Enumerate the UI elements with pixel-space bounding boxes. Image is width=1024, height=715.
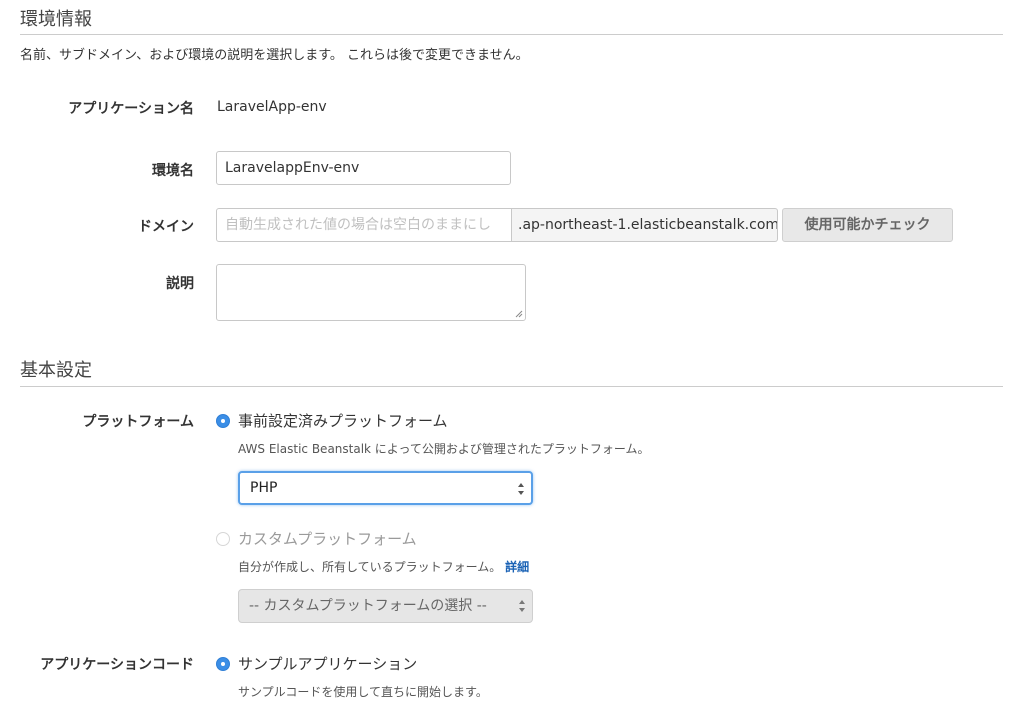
resize-grip-icon[interactable] [515,310,523,318]
sample-application-label[interactable]: サンプルアプリケーション [238,653,417,674]
custom-platform-hint: 自分が作成し、所有しているプラットフォーム。 詳細 [238,558,529,575]
platform-label: プラットフォーム [82,414,194,430]
create-environment-form: 環境情報 名前、サブドメイン、および環境の説明を選択します。 これらは後で変更で… [0,0,1024,715]
details-link[interactable]: 詳細 [505,560,529,574]
preconfigured-platform-label[interactable]: 事前設定済みプラットフォーム [238,410,448,431]
description-label: 説明 [166,276,194,292]
application-code-label: アプリケーションコード [40,657,194,673]
env-info-description: 名前、サブドメイン、および環境の説明を選択します。 これらは後で変更できません。 [20,48,529,63]
env-name-label: 環境名 [152,163,194,179]
platform-select-value: PHP [250,480,278,496]
app-name-label: アプリケーション名 [68,101,194,117]
sample-application-radio[interactable] [216,657,230,671]
custom-platform-hint-text: 自分が作成し、所有しているプラットフォーム。 [238,560,502,574]
sample-application-hint: サンプルコードを使用して直ちに開始します。 [238,685,488,699]
custom-platform-select[interactable]: -- カスタムプラットフォームの選択 -- [238,589,533,623]
env-info-heading: 環境情報 [20,9,92,30]
custom-platform-select-value: -- カスタムプラットフォームの選択 -- [249,598,487,614]
env-info-divider [20,34,1003,35]
select-updown-icon [518,483,524,495]
description-textarea[interactable] [216,264,526,321]
domain-input[interactable]: 自動生成された値の場合は空白のままにし [216,208,512,242]
preconfigured-platform-radio[interactable] [216,414,230,428]
platform-select[interactable]: PHP [238,471,533,505]
check-availability-button[interactable]: 使用可能かチェック [782,208,953,242]
basic-settings-divider [20,386,1003,387]
env-name-input[interactable]: LaravelappEnv-env [216,151,511,185]
custom-platform-label[interactable]: カスタムプラットフォーム [238,528,417,549]
select-updown-icon [519,600,525,612]
custom-platform-radio[interactable] [216,532,230,546]
preconfigured-platform-hint: AWS Elastic Beanstalk によって公開および管理されたプラット… [238,442,650,456]
basic-settings-heading: 基本設定 [20,360,92,381]
domain-suffix: .ap-northeast-1.elasticbeanstalk.com [512,208,778,242]
app-name-value: LaravelApp-env [217,99,327,115]
domain-label: ドメイン [138,219,194,235]
